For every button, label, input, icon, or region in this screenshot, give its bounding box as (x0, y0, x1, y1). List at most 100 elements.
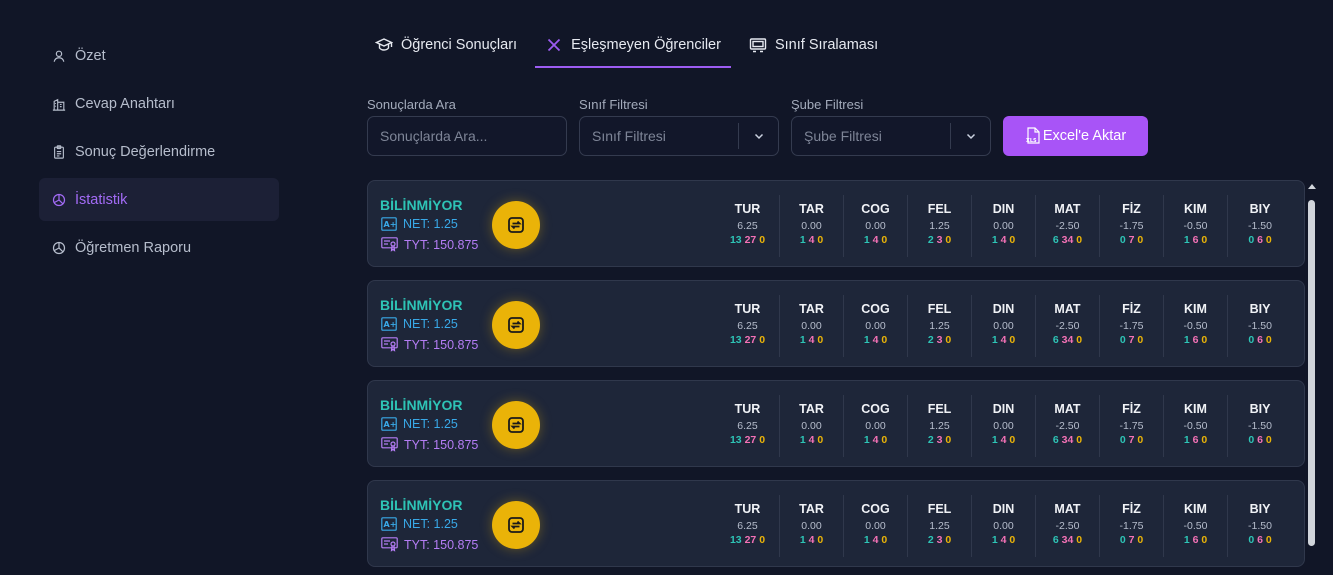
subject-counts: 0 6 0 (1228, 234, 1292, 246)
net-score: A+ NET: 1.25 (381, 217, 458, 231)
swap-match-button[interactable] (492, 201, 540, 249)
empty-count: 0 (945, 534, 952, 546)
swap-match-button[interactable] (492, 501, 540, 549)
subject-column: KIM -0.50 1 6 0 (1164, 295, 1228, 357)
subject-net: 6.25 (737, 320, 758, 332)
sidebar: Özet Cevap Anahtarı Sonuç Değerlendirme … (39, 34, 279, 274)
subject-column: TAR 0.00 1 4 0 (780, 495, 844, 557)
tab-label: Öğrenci Sonuçları (401, 37, 518, 53)
empty-count: 0 (1265, 434, 1272, 446)
student-card: BİLİNMİYOR A+ NET: 1.25 TYT: 150.875 TUR… (367, 380, 1305, 467)
chevron-down-icon[interactable] (950, 123, 990, 149)
tab-eslesmeyen-ogrenciler[interactable]: Eşleşmeyen Öğrenciler (535, 22, 731, 68)
subject-column: DIN 0.00 1 4 0 (972, 295, 1036, 357)
user-icon (53, 50, 65, 62)
sidebar-item-label: Özet (75, 47, 106, 64)
scrollbar[interactable] (1307, 184, 1316, 569)
search-input[interactable] (380, 128, 566, 144)
subject-net: 1.25 (929, 220, 950, 232)
subject-net: 0.00 (865, 220, 886, 232)
subject-name: MAT (1054, 502, 1081, 516)
wrong-count: 4 (1000, 534, 1007, 546)
subject-name: TAR (799, 502, 824, 516)
correct-count: 13 (729, 534, 742, 546)
subject-column: KIM -0.50 1 6 0 (1164, 395, 1228, 457)
class-filter-select[interactable]: Sınıf Filtresi (579, 116, 779, 156)
correct-count: 1 (863, 234, 870, 246)
subject-counts: 0 6 0 (1228, 334, 1292, 346)
wrong-count: 4 (872, 434, 879, 446)
sidebar-item-cevap-anahtari[interactable]: Cevap Anahtarı (39, 82, 279, 125)
tab-ogrenci-sonuclari[interactable]: Öğrenci Sonuçları (367, 22, 527, 68)
student-card-list: BİLİNMİYOR A+ NET: 1.25 TYT: 150.875 TUR… (367, 180, 1305, 575)
subject-net: -1.75 (1119, 520, 1144, 532)
excel-export-button[interactable]: XLS Excel'e Aktar (1003, 116, 1148, 156)
correct-count: 1 (863, 334, 870, 346)
subject-net: 1.25 (929, 520, 950, 532)
subject-name: MAT (1054, 302, 1081, 316)
subject-net: 0.00 (801, 420, 822, 432)
tyt-score-text: TYT: 150.875 (404, 437, 479, 452)
subject-net: -1.50 (1248, 520, 1272, 532)
branch-filter-select[interactable]: Şube Filtresi (791, 116, 991, 156)
tab-sinif-siralamasi[interactable]: Sınıf Sıralaması (739, 22, 888, 68)
subject-name: TAR (799, 202, 824, 216)
empty-count: 0 (1201, 334, 1208, 346)
subject-column: MAT -2.50 6 34 0 (1036, 495, 1100, 557)
wrong-count: 3 (936, 534, 943, 546)
empty-count: 0 (817, 334, 824, 346)
subject-column: TAR 0.00 1 4 0 (780, 195, 844, 257)
wrong-count: 34 (1061, 234, 1074, 246)
a-plus-icon: A+ (381, 517, 397, 531)
subject-scores: TUR 6.25 13 27 0 TAR 0.00 1 4 0 COG 0.00… (716, 495, 1292, 557)
empty-count: 0 (1265, 534, 1272, 546)
subject-name: FİZ (1122, 402, 1141, 416)
wrong-count: 4 (808, 534, 815, 546)
wrong-count: 6 (1192, 334, 1199, 346)
scrollbar-thumb[interactable] (1308, 200, 1315, 546)
wrong-count: 6 (1257, 434, 1263, 446)
chevron-down-icon[interactable] (738, 123, 778, 149)
subject-net: 0.00 (865, 320, 886, 332)
tab-label: Eşleşmeyen Öğrenciler (571, 37, 721, 53)
swap-icon (508, 517, 524, 533)
pie-chart-icon (52, 241, 66, 254)
subject-column: FEL 1.25 2 3 0 (908, 195, 972, 257)
sidebar-item-sonuc-degerlendirme[interactable]: Sonuç Değerlendirme (39, 130, 279, 173)
subject-net: -1.75 (1119, 220, 1144, 232)
subject-name: FEL (927, 402, 952, 416)
wrong-count: 6 (1257, 534, 1263, 546)
swap-match-button[interactable] (492, 401, 540, 449)
subject-column: FEL 1.25 2 3 0 (908, 395, 972, 457)
subject-counts: 1 4 0 (844, 534, 907, 546)
tyt-score: TYT: 150.875 (381, 437, 478, 452)
correct-count: 0 (1248, 234, 1255, 246)
sidebar-item-ozet[interactable]: Özet (39, 34, 279, 77)
subject-net: 0.00 (993, 420, 1014, 432)
scroll-up-arrow[interactable] (1308, 184, 1316, 189)
search-label: Sonuçlarda Ara (367, 97, 456, 112)
sidebar-item-ogretmen-raporu[interactable]: Öğretmen Raporu (39, 226, 279, 269)
class-filter-placeholder: Sınıf Filtresi (592, 128, 666, 144)
subject-name: BIY (1249, 502, 1271, 516)
empty-count: 0 (945, 334, 952, 346)
subject-counts: 1 4 0 (844, 434, 907, 446)
correct-count: 1 (991, 234, 998, 246)
certificate-icon (381, 437, 398, 452)
subject-counts: 1 4 0 (972, 534, 1035, 546)
subject-counts: 1 6 0 (1164, 234, 1227, 246)
subject-counts: 13 27 0 (716, 434, 779, 446)
correct-count: 2 (927, 534, 934, 546)
subject-name: KIM (1184, 402, 1207, 416)
subject-column: FİZ -1.75 0 7 0 (1100, 195, 1164, 257)
correct-count: 2 (927, 434, 934, 446)
svg-text:A+: A+ (384, 320, 397, 329)
wrong-count: 4 (1000, 334, 1007, 346)
a-plus-icon: A+ (381, 217, 397, 231)
subject-name: BIY (1249, 302, 1271, 316)
swap-match-button[interactable] (492, 301, 540, 349)
student-name: BİLİNMİYOR (380, 297, 463, 313)
sidebar-item-istatistik[interactable]: İstatistik (39, 178, 279, 221)
subject-name: DIN (992, 302, 1015, 316)
subject-column: COG 0.00 1 4 0 (844, 395, 908, 457)
